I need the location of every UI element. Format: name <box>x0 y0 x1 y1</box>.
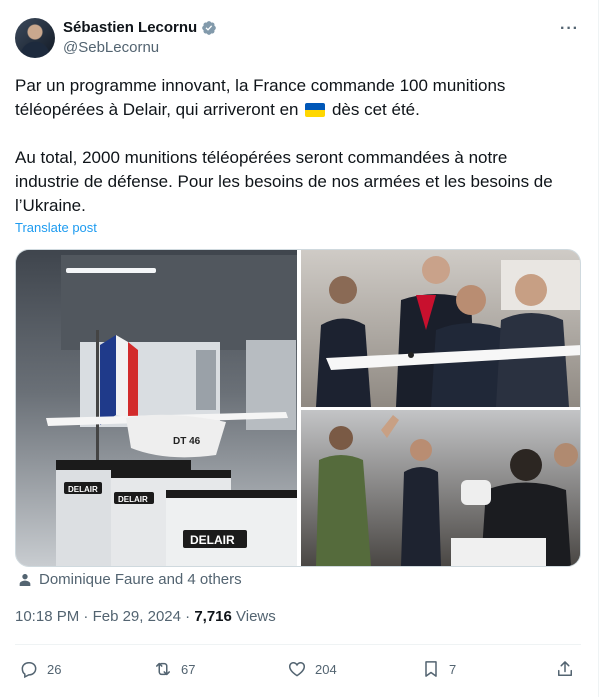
workshop-photo-illustration <box>301 410 580 566</box>
action-bar: 26 67 204 7 <box>15 657 581 681</box>
drone-label: DT 46 <box>173 436 201 447</box>
heart-icon <box>288 661 306 677</box>
repost-icon <box>156 662 170 676</box>
share-icon <box>558 661 572 676</box>
author-name-row: Sébastien Lecornu <box>63 19 217 36</box>
officials-photo-illustration <box>301 250 580 407</box>
author-handle[interactable]: @SebLecornu <box>63 39 159 56</box>
tweet-meta: 10:18 PM · Feb 29, 2024 · 7,716 Views <box>15 608 276 625</box>
repost-count: 67 <box>181 661 196 677</box>
reply-count: 26 <box>47 661 62 677</box>
tweet-header: Sébastien Lecornu @SebLecornu ··· <box>15 18 585 62</box>
like-button[interactable]: 204 <box>287 657 337 681</box>
crate-label-3: DELAIR <box>190 533 235 547</box>
tweet-text-part-1: Par un programme innovant, la France com… <box>15 76 506 119</box>
reply-icon <box>21 662 37 679</box>
bookmark-button[interactable]: 7 <box>421 657 456 681</box>
author-name[interactable]: Sébastien Lecornu <box>63 19 197 36</box>
tweet-card: Sébastien Lecornu @SebLecornu ··· Par un… <box>0 0 599 697</box>
media-image-1[interactable]: DT 46 DELAIR DELAIR DELAIR <box>16 250 301 566</box>
repost-button[interactable]: 67 <box>153 657 195 681</box>
tweet-date[interactable]: Feb 29, 2024 <box>93 608 181 625</box>
tagged-users[interactable]: Dominique Faure and 4 others <box>17 571 242 588</box>
crate-label-2: DELAIR <box>118 495 148 504</box>
media-image-3[interactable] <box>301 410 580 566</box>
bookmark-icon <box>425 661 437 677</box>
reply-button[interactable]: 26 <box>19 657 61 681</box>
more-dots-icon[interactable]: ··· <box>560 20 579 38</box>
tagged-users-label: Dominique Faure and 4 others <box>39 571 242 588</box>
crate-label-1: DELAIR <box>68 485 98 494</box>
tweet-paragraph-2: Au total, 2000 munitions téléopérées ser… <box>15 148 553 215</box>
tweet-text: Par un programme innovant, la France com… <box>15 74 575 218</box>
views-count: 7,716 <box>194 608 232 625</box>
media-grid: DT 46 DELAIR DELAIR DELAIR <box>15 249 581 567</box>
meta-dot: · <box>180 608 195 625</box>
translate-post-link[interactable]: Translate post <box>15 220 97 235</box>
tweet-paragraph-1: Par un programme innovant, la France com… <box>15 74 575 122</box>
bookmark-count: 7 <box>449 661 457 677</box>
tweet-time[interactable]: 10:18 PM <box>15 608 79 625</box>
views-label: Views <box>231 608 276 625</box>
ukraine-flag-icon <box>305 103 326 117</box>
verified-badge-icon <box>202 20 217 35</box>
divider <box>15 644 581 645</box>
meta-separator: · <box>79 608 93 625</box>
person-icon <box>19 573 31 586</box>
tweet-text-part-2: dès cet été. <box>331 100 420 119</box>
like-count: 204 <box>315 661 337 677</box>
share-button[interactable] <box>555 657 575 681</box>
drone-photo-illustration: DT 46 DELAIR DELAIR DELAIR <box>16 250 301 566</box>
avatar[interactable] <box>15 18 55 58</box>
media-image-2[interactable] <box>301 250 580 407</box>
